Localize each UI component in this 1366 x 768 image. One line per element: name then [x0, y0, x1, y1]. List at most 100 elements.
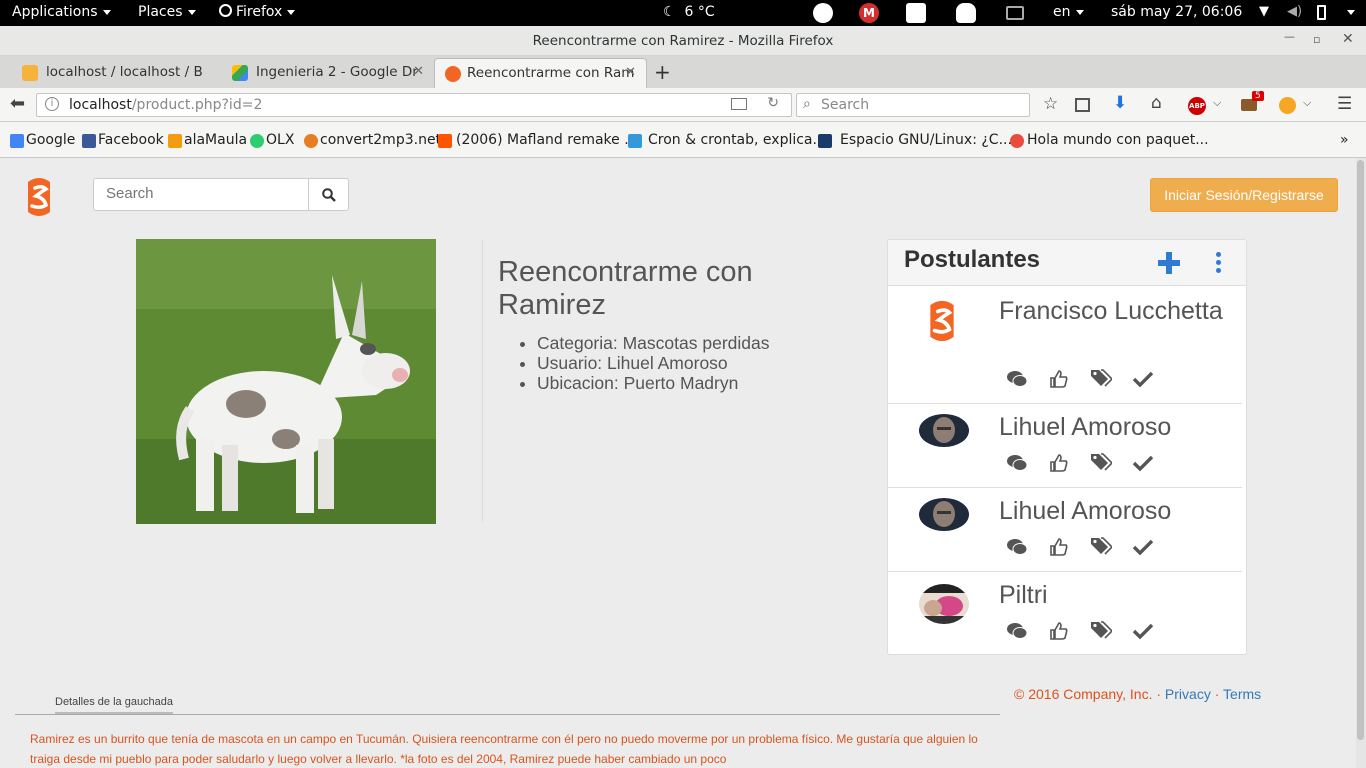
bookmark-google[interactable]: Google [10, 132, 75, 148]
bookmark-soundcloud[interactable]: (2006) Mafland remake ... [438, 132, 638, 148]
bookmark-cron[interactable]: Cron & crontab, explica... [628, 132, 826, 148]
search-icon: ⌕ [803, 96, 811, 112]
new-tab-button[interactable]: + [654, 60, 671, 84]
settings-gear-icon[interactable] [906, 3, 926, 23]
thumbs-up-icon[interactable] [1048, 536, 1070, 558]
firefox-app-menu[interactable]: Firefox [219, 4, 296, 20]
privacy-link[interactable]: Privacy [1165, 686, 1211, 702]
reader-view-icon[interactable] [731, 98, 747, 110]
greasemonkey-icon[interactable] [1279, 97, 1296, 114]
donkey-photo [136, 239, 436, 524]
convert2mp3-icon [304, 134, 318, 148]
minimize-button[interactable]: — [1284, 30, 1295, 43]
description-text: Ramirez es un burrito que tenía de masco… [30, 732, 978, 766]
checkmark-icon[interactable] [1132, 620, 1154, 642]
bookmark-alamaula[interactable]: alaMaula [168, 132, 247, 148]
clock[interactable]: sáb may 27, 06:06 [1111, 4, 1242, 20]
thumbs-up-icon[interactable] [1048, 368, 1070, 390]
avatar[interactable] [924, 298, 960, 344]
applicant-name[interactable]: Francisco Lucchetta [999, 294, 1229, 328]
tab-active-product[interactable]: Reencontrarme con Ram ✕ [434, 58, 647, 88]
gauchada-logo[interactable] [22, 176, 56, 218]
tab-google-drive[interactable]: Ingenieria 2 - Google Dr ✕ [210, 58, 434, 88]
close-window-button[interactable]: ✕ [1342, 31, 1354, 47]
bookmark-facebook[interactable]: Facebook [82, 132, 164, 148]
login-register-button[interactable]: Iniciar Sesión/Registrarse [1150, 178, 1338, 212]
tags-icon[interactable] [1090, 452, 1114, 474]
site-search [93, 178, 349, 211]
close-tab-icon[interactable]: ✕ [625, 65, 636, 80]
thumbs-up-icon[interactable] [1048, 452, 1070, 474]
footer: © 2016 Company, Inc. · Privacy · Terms [1014, 686, 1262, 702]
checkmark-icon[interactable] [1132, 368, 1154, 390]
applications-menu[interactable]: Applications [12, 4, 111, 20]
weather-indicator[interactable]: ☾ 6 °C [663, 4, 715, 20]
chat-icon[interactable] [1006, 620, 1028, 642]
avatar[interactable] [919, 414, 969, 447]
overflow-dropdown-icon[interactable]: ⌵ [1303, 96, 1311, 110]
home-icon[interactable]: ⌂ [1151, 93, 1162, 113]
tray-mustache-icon[interactable] [813, 3, 833, 23]
language-selector[interactable]: en [1053, 4, 1084, 20]
site-search-button[interactable] [308, 179, 348, 210]
window-titlebar: Reencontrarme con Ramirez - Mozilla Fire… [0, 26, 1366, 56]
tags-icon[interactable] [1090, 368, 1114, 390]
scrollbar-thumb[interactable] [1357, 160, 1364, 740]
site-search-input[interactable] [106, 185, 306, 202]
notification-badge: 5 [1252, 91, 1264, 101]
bookmark-espacio-gnu[interactable]: Espacio GNU/Linux: ¿C... [818, 132, 1012, 148]
adblock-icon[interactable]: ABP [1188, 97, 1206, 115]
bookmark-star-icon[interactable]: ☆ [1043, 94, 1058, 114]
applicant-row: Francisco Lucchetta [888, 286, 1242, 404]
applicant-name[interactable]: Lihuel Amoroso [999, 494, 1229, 528]
detail-category: Categoria: Mascotas perdidas [537, 333, 769, 353]
wifi-icon[interactable]: ▼ [1259, 4, 1269, 19]
url-bar[interactable]: i localhost/product.php?id=2 ↻ [36, 93, 792, 117]
info-icon[interactable]: i [45, 97, 59, 111]
chat-icon[interactable] [1006, 452, 1028, 474]
close-tab-icon[interactable]: ✕ [413, 64, 424, 79]
tags-icon[interactable] [1090, 620, 1114, 642]
applicant-row: Piltri [888, 572, 1242, 654]
hamburger-menu-icon[interactable]: ☰ [1337, 94, 1352, 114]
avatar[interactable] [919, 584, 969, 624]
bookmark-olx[interactable]: OLX [250, 132, 294, 148]
reload-icon[interactable]: ↻ [767, 95, 779, 111]
maximize-button[interactable]: ▫ [1313, 33, 1320, 46]
applicant-name[interactable]: Lihuel Amoroso [999, 410, 1229, 444]
tab-phpmyadmin[interactable]: localhost / localhost / B [0, 58, 224, 88]
system-menu[interactable] [1342, 4, 1355, 20]
checkmark-icon[interactable] [1132, 536, 1154, 558]
chat-icon[interactable] [1006, 368, 1028, 390]
tab-details[interactable]: Detalles de la gauchada [55, 696, 174, 714]
chat-icon[interactable] [1006, 536, 1028, 558]
screen-icon[interactable] [1006, 6, 1024, 20]
mega-icon[interactable]: M [859, 3, 879, 23]
checkmark-icon[interactable] [1132, 452, 1154, 474]
avatar[interactable] [919, 498, 969, 531]
alamaula-icon [168, 134, 182, 148]
browser-search-field[interactable]: ⌕ Search [796, 93, 1030, 117]
add-applicant-icon[interactable] [1158, 252, 1180, 274]
tags-icon[interactable] [1090, 536, 1114, 558]
applicants-title: Postulantes [904, 246, 1041, 273]
olx-icon [250, 134, 264, 148]
gnu-icon [818, 134, 832, 148]
bookmark-convert2mp3[interactable]: convert2mp3.net [304, 132, 441, 148]
phpmyadmin-icon [22, 65, 38, 81]
download-icon[interactable]: ⬇ [1113, 93, 1127, 113]
back-button[interactable]: ⬅ [10, 93, 25, 114]
places-menu[interactable]: Places [138, 4, 196, 20]
bookmark-hola-mundo[interactable]: Hola mundo con paquet... [1010, 132, 1209, 148]
terms-link[interactable]: Terms [1223, 686, 1261, 702]
battery-icon[interactable] [1317, 5, 1326, 20]
applicant-name[interactable]: Piltri [999, 578, 1229, 612]
volume-icon[interactable]: ◀) [1287, 4, 1302, 19]
thumbs-up-icon[interactable] [1048, 620, 1070, 642]
adblock-dropdown-icon[interactable]: ⌵ [1213, 96, 1221, 110]
steam-cat-icon[interactable] [956, 3, 976, 23]
bookmarks-overflow-icon[interactable]: » [1340, 132, 1349, 148]
library-icon[interactable] [1075, 98, 1090, 112]
more-options-icon[interactable] [1216, 252, 1222, 274]
page-content: Iniciar Sesión/Registrarse Reencontrarme… [0, 158, 1356, 768]
